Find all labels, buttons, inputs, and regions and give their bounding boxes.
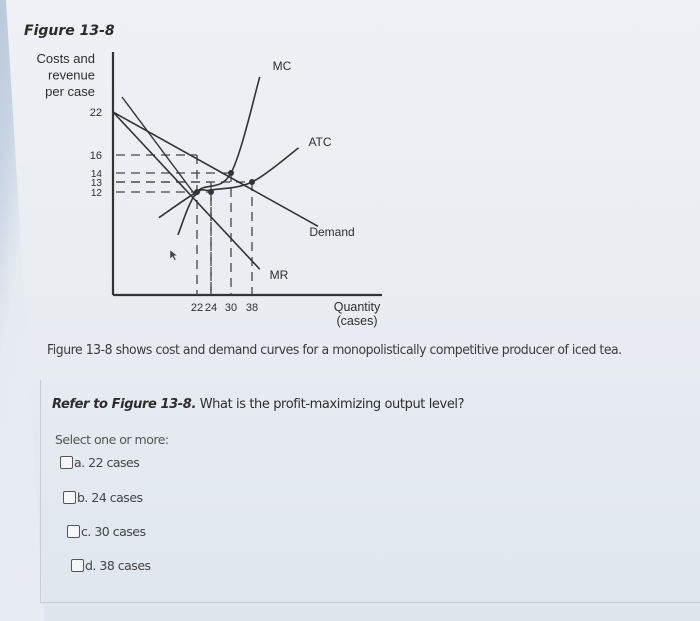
- select-hint: Select one or more:: [55, 432, 169, 447]
- answer-option[interactable]: d. 38 cases: [71, 558, 151, 573]
- x-axis-label-line: Quantity: [334, 300, 381, 314]
- option-letter: d.: [85, 558, 96, 573]
- x-tick-label: 30: [225, 302, 237, 314]
- curve-label-mr: MR: [270, 268, 289, 282]
- answer-option[interactable]: b. 24 cases: [63, 490, 143, 505]
- figure-caption: Figure 13-8 shows cost and demand curves…: [47, 343, 622, 358]
- marked-point: [194, 189, 200, 195]
- x-tick-label: 22: [191, 302, 203, 314]
- question-text: Refer to Figure 13-8. What is the profit…: [52, 397, 465, 412]
- curve-label-mc: MC: [273, 59, 292, 73]
- curve-extra-line: [121, 96, 197, 197]
- marked-point: [249, 179, 255, 185]
- checkbox[interactable]: [71, 559, 84, 572]
- figure-chart: Costs andrevenueper case 221614131222 24 3…: [36, 51, 382, 328]
- x-tick-label: 38: [246, 302, 258, 314]
- marked-point: [228, 170, 234, 176]
- curve-label-demand: Demand: [309, 225, 354, 239]
- mouse-cursor-icon: [169, 249, 179, 261]
- answer-option[interactable]: a. 22 cases: [60, 455, 140, 470]
- curve-demand: [112, 111, 319, 228]
- y-axis-label: Costs and revenueper case: [36, 51, 95, 99]
- option-label: 30 cases: [90, 524, 146, 539]
- question-body: What is the profit-maximizing output lev…: [195, 397, 465, 412]
- option-label: 38 cases: [95, 558, 151, 573]
- option-label: 24 cases: [87, 490, 143, 505]
- option-letter: b.: [77, 490, 88, 505]
- answer-option[interactable]: c. 30 cases: [67, 524, 146, 539]
- y-tick-label: 22: [90, 107, 102, 119]
- question-reference: Refer to Figure 13-8.: [52, 397, 196, 412]
- x-axis-label: Quantity(cases): [334, 300, 381, 328]
- curve-mr: [112, 111, 261, 270]
- checkbox[interactable]: [63, 491, 76, 504]
- x-axis-label-line: (cases): [337, 314, 378, 328]
- curve-label-atc: ATC: [308, 135, 331, 149]
- option-label: 22 cases: [84, 455, 140, 470]
- x-tick-label: 24: [205, 302, 217, 314]
- y-axis-label-line: per case: [45, 84, 95, 99]
- y-axis-label-line: revenue: [48, 68, 95, 83]
- y-tick-label: 12: [91, 188, 103, 199]
- checkbox[interactable]: [67, 525, 80, 538]
- checkbox[interactable]: [60, 456, 73, 469]
- option-letter: a.: [74, 455, 85, 470]
- y-axis-label-line: Costs and: [36, 51, 95, 66]
- y-tick-label: 16: [90, 150, 102, 162]
- marked-point: [208, 189, 214, 195]
- option-letter: c.: [81, 524, 91, 539]
